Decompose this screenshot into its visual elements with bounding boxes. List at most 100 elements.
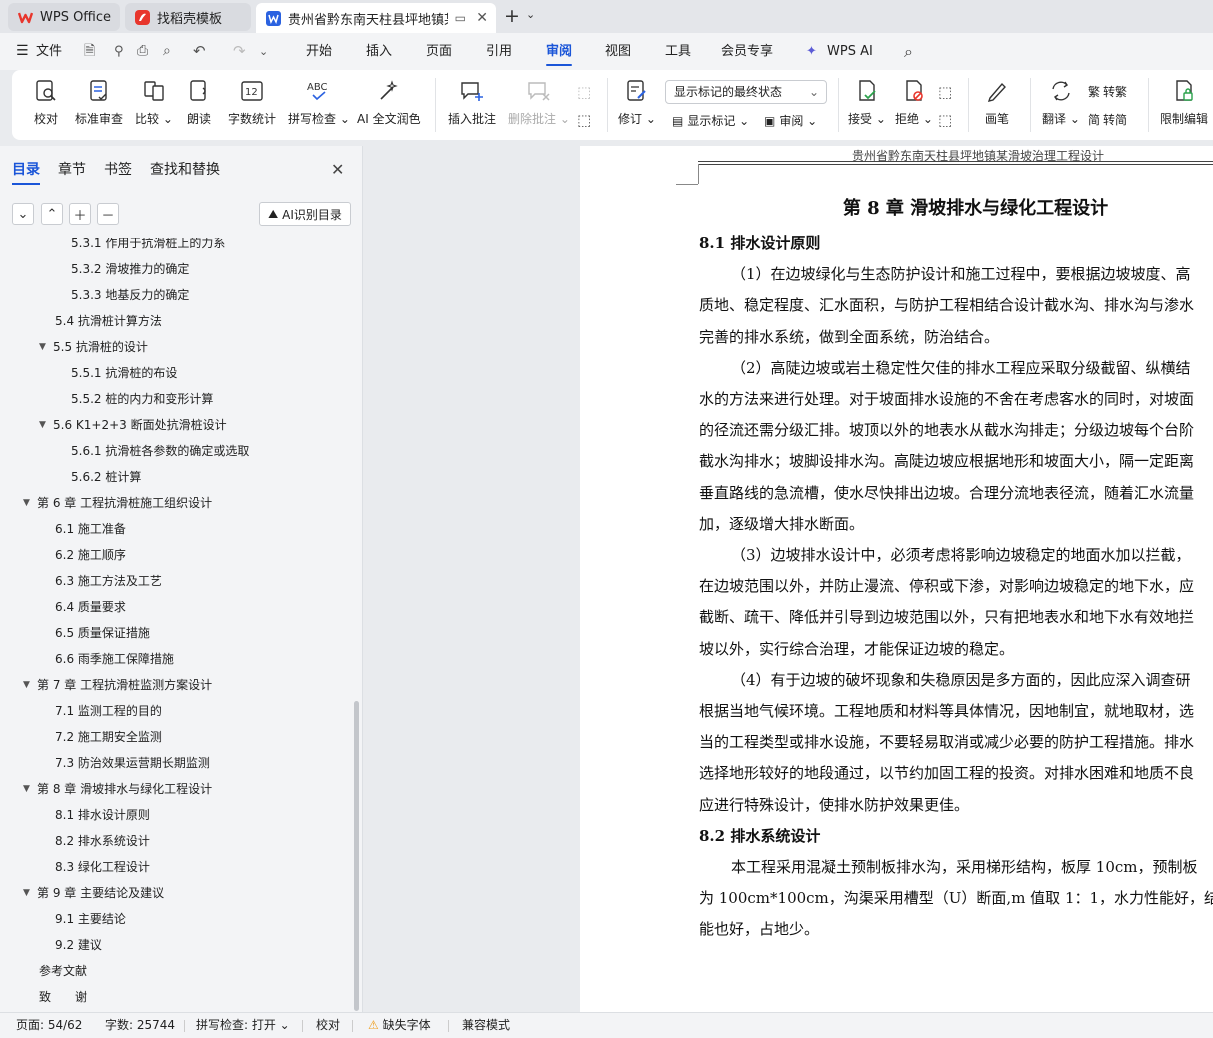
toc-item[interactable]: 7.1 监测工程的目的 xyxy=(55,700,162,722)
toc-item[interactable]: 8.3 绿化工程设计 xyxy=(55,856,150,878)
menu-wps-ai[interactable]: WPS AI xyxy=(827,33,873,70)
toc-item[interactable]: 致 谢 xyxy=(39,986,87,1008)
toc-item[interactable]: ▼ 第 8 章 滑坡排水与绿化工程设计 xyxy=(23,778,212,800)
toc-item[interactable]: 8.2 排水系统设计 xyxy=(55,830,150,852)
panel-tab-chapter[interactable]: 章节 xyxy=(58,159,86,179)
toc-item[interactable]: 5.3.2 滑坡推力的确定 xyxy=(71,258,189,280)
pen-button[interactable]: 画笔 xyxy=(985,76,1009,134)
toc-item[interactable]: 5.6.1 抗滑桩各参数的确定或选取 xyxy=(71,440,249,462)
standard-review-button[interactable]: 标准审查 xyxy=(75,76,123,134)
word-count[interactable]: 字数: 25744 xyxy=(105,1013,175,1038)
expand-triangle-icon[interactable]: ▼ xyxy=(23,882,37,904)
tab-template[interactable]: 找稻壳模板 xyxy=(125,3,251,31)
save-icon[interactable]: 🗎 xyxy=(84,33,95,70)
spell-check-status[interactable]: 拼写检查: 打开 ⌄ xyxy=(196,1013,290,1038)
toc-item[interactable]: ▼ 5.5 抗滑桩的设计 xyxy=(39,336,148,358)
toc-item[interactable]: 5.6.2 桩计算 xyxy=(71,466,141,488)
menu-insert[interactable]: 插入 xyxy=(366,33,392,70)
show-markup-button[interactable]: ▤ 显示标记 ⌄ xyxy=(672,112,749,129)
toc-item[interactable]: 8.1 排水设计原则 xyxy=(55,804,150,826)
to-traditional-button[interactable]: 繁转繁 xyxy=(1088,83,1127,100)
close-tab-icon[interactable]: ✕ xyxy=(476,10,488,26)
expand-triangle-icon[interactable]: ▼ xyxy=(23,674,37,696)
toc-item[interactable]: 5.3.3 地基反力的确定 xyxy=(71,284,189,306)
toc-item[interactable]: 5.5.2 桩的内力和变形计算 xyxy=(71,388,213,410)
toc-item[interactable]: 5.5.1 抗滑桩的布设 xyxy=(71,362,177,384)
word-count-button[interactable]: 12 字数统计 xyxy=(228,76,276,134)
tab-wps-office[interactable]: WPS Office xyxy=(8,3,120,31)
new-tab-icon[interactable]: + xyxy=(504,5,520,27)
next-change-icon[interactable]: ⬚ xyxy=(938,111,952,129)
remove-heading-icon[interactable]: － xyxy=(97,203,119,225)
proof-status[interactable]: 校对 xyxy=(316,1013,340,1038)
toc-item[interactable]: ▼ 第 7 章 工程抗滑桩监测方案设计 xyxy=(23,674,212,696)
hamburger-menu-icon[interactable]: ☰ xyxy=(16,33,29,70)
prev-comment-icon[interactable]: ⬚ xyxy=(577,83,591,101)
expand-triangle-icon[interactable]: ▼ xyxy=(39,414,53,436)
close-panel-icon[interactable]: ✕ xyxy=(331,160,344,179)
prev-change-icon[interactable]: ⬚ xyxy=(938,83,952,101)
toc-item[interactable]: 7.3 防治效果运营期长期监测 xyxy=(55,752,210,774)
menu-reference[interactable]: 引用 xyxy=(486,33,512,70)
toc-item[interactable]: 6.3 施工方法及工艺 xyxy=(55,570,162,592)
add-heading-icon[interactable]: ＋ xyxy=(69,203,91,225)
toc-item[interactable]: ▼ 第 6 章 工程抗滑桩施工组织设计 xyxy=(23,492,212,514)
menu-member[interactable]: 会员专享 xyxy=(721,33,773,70)
toc-item[interactable]: 9.1 主要结论 xyxy=(55,908,126,930)
chevron-down-icon[interactable]: ⌄ xyxy=(526,8,535,21)
expand-triangle-icon[interactable]: ▼ xyxy=(23,778,37,800)
insert-comment-button[interactable]: 插入批注 xyxy=(448,76,496,134)
expand-up-icon[interactable]: ⌃ xyxy=(41,203,63,225)
redo-icon[interactable]: ↷ xyxy=(233,33,246,70)
toc-item[interactable]: 7.2 施工期安全监测 xyxy=(55,726,162,748)
document-page[interactable]: 贵州省黔东南天柱县坪地镇某滑坡治理工程设计 第 8 章 滑坡排水与绿化工程设计 … xyxy=(580,146,1213,1012)
review-pane-button[interactable]: ▣ 审阅 ⌄ xyxy=(764,112,817,129)
expand-triangle-icon[interactable]: ▼ xyxy=(39,336,53,358)
panel-tab-find-replace[interactable]: 查找和替换 xyxy=(150,159,220,179)
missing-font-status[interactable]: ⚠ 缺失字体 xyxy=(368,1013,431,1038)
menu-home[interactable]: 开始 xyxy=(306,33,332,70)
spell-check-button[interactable]: ABC 拼写检查 ⌄ xyxy=(288,76,350,134)
print-icon[interactable]: ⎙ xyxy=(137,33,148,70)
menu-view[interactable]: 视图 xyxy=(605,33,631,70)
toc-item[interactable]: 9.2 建议 xyxy=(55,934,102,956)
toc-item[interactable]: 6.4 质量要求 xyxy=(55,596,126,618)
restrict-editing-button[interactable]: 限制编辑 xyxy=(1160,76,1208,134)
expand-triangle-icon[interactable]: ▼ xyxy=(23,492,37,514)
compare-button[interactable]: 比较 ⌄ xyxy=(135,76,173,134)
ai-toc-button[interactable]: ⛰ AI识别目录 xyxy=(259,202,351,226)
format-painter-icon[interactable]: ⚲ xyxy=(114,33,124,70)
toc-item[interactable]: 参考文献 xyxy=(39,960,87,982)
toc-item[interactable]: 5.4 抗滑桩计算方法 xyxy=(55,310,162,332)
print-preview-icon[interactable]: ⌕ xyxy=(163,33,171,70)
page-count[interactable]: 页面: 54/62 xyxy=(16,1013,82,1038)
panel-tab-bookmark[interactable]: 书签 xyxy=(104,159,132,179)
panel-scrollbar[interactable] xyxy=(354,701,359,1011)
collapse-all-icon[interactable]: ⌄ xyxy=(12,203,34,225)
track-changes-button[interactable]: 修订 ⌄ xyxy=(618,76,656,134)
read-aloud-button[interactable]: 朗读 xyxy=(187,76,211,134)
menu-review[interactable]: 审阅 xyxy=(546,33,573,70)
menu-tools[interactable]: 工具 xyxy=(665,33,691,70)
tab-document[interactable]: 贵州省黔东南天柱县坪地镇某 ▭ ✕ xyxy=(256,3,496,33)
delete-comment-button[interactable]: 删除批注 ⌄ xyxy=(508,76,570,134)
menu-file[interactable]: 文件 xyxy=(36,33,62,70)
markup-display-select[interactable]: 显示标记的最终状态 ⌄ xyxy=(665,80,827,104)
menu-page[interactable]: 页面 xyxy=(426,33,452,70)
ai-polish-button[interactable]: AI 全文润色 xyxy=(357,76,421,134)
panel-tab-toc[interactable]: 目录 xyxy=(12,159,40,185)
toc-item[interactable]: 6.6 雨季施工保障措施 xyxy=(55,648,174,670)
toc-item[interactable]: 6.5 质量保证措施 xyxy=(55,622,150,644)
search-icon[interactable]: ⌕ xyxy=(904,33,913,70)
screen-icon[interactable]: ▭ xyxy=(455,11,466,25)
toc-item[interactable]: 6.2 施工顺序 xyxy=(55,544,126,566)
toc-item[interactable]: 6.1 施工准备 xyxy=(55,518,126,540)
translate-button[interactable]: 翻译 ⌄ xyxy=(1042,76,1080,134)
to-simplified-button[interactable]: 简转简 xyxy=(1088,111,1127,128)
more-chevron-icon[interactable]: ⌄ xyxy=(259,33,268,70)
toc-item[interactable]: ▼ 第 9 章 主要结论及建议 xyxy=(23,882,164,904)
toc-item[interactable]: ▼ 5.6 K1+2+3 断面处抗滑桩设计 xyxy=(39,414,227,436)
accept-button[interactable]: 接受 ⌄ xyxy=(848,76,886,134)
next-comment-icon[interactable]: ⬚ xyxy=(577,111,591,129)
toc-item[interactable]: 5.3.1 作用于抗滑桩上的力系 xyxy=(71,238,225,254)
